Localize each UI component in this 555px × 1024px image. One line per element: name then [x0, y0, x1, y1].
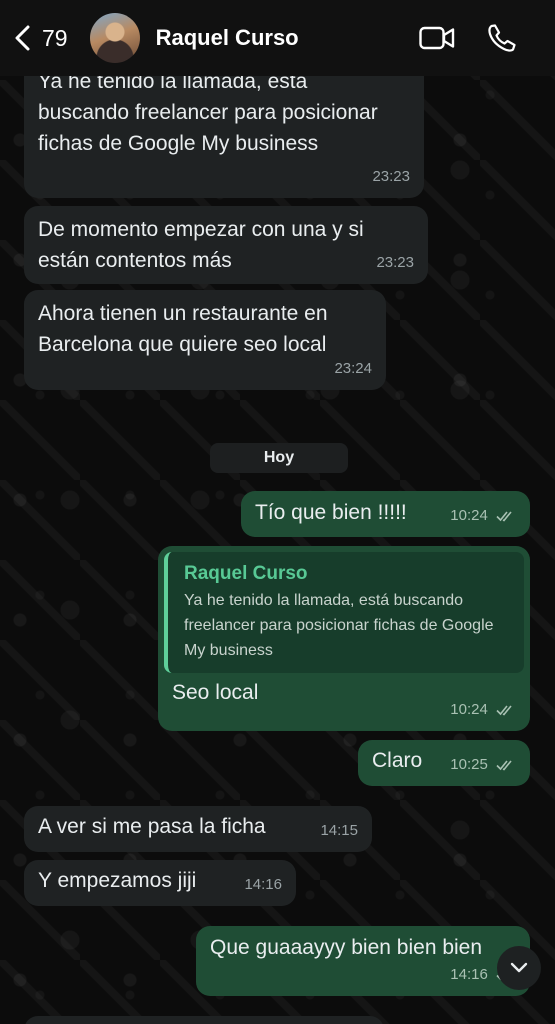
quoted-author: Raquel Curso [184, 563, 308, 584]
message-bubble-partial [24, 1016, 384, 1024]
message-bubble-incoming[interactable]: Ya he tenido la llamada, está buscando f… [24, 56, 424, 198]
message-list[interactable]: Ya he tenido la llamada, está buscando f… [0, 0, 555, 1024]
message-text: De momento empezar con una y si están co… [38, 218, 364, 272]
contact-name[interactable]: Raquel Curso [156, 25, 299, 51]
message-bubble-incoming[interactable]: A ver si me pasa la ficha 14:15 [24, 806, 372, 852]
message-bubble-outgoing[interactable]: Que guaaayyy bien bien bien 14:16 [196, 926, 530, 996]
message-time: 14:16 [450, 966, 488, 983]
message-bubble-incoming[interactable]: De momento empezar con una y si están co… [24, 206, 428, 284]
chevron-left-icon [15, 25, 30, 51]
message-time: 14:16 [244, 876, 282, 893]
message-text: Ahora tienen un restaurante en Barcelona… [38, 302, 328, 356]
message-text: Tío que bien !!!!! [255, 501, 407, 524]
chat-header: 79 Raquel Curso [0, 0, 555, 76]
message-time: 10:24 [450, 701, 488, 718]
message-bubble-outgoing[interactable]: Claro 10:25 [358, 740, 530, 786]
message-meta: 10:25 [450, 749, 516, 780]
message-text: Ya he tenido la llamada, está buscando f… [38, 70, 378, 155]
double-check-icon [496, 705, 512, 716]
back-button[interactable]: 79 [12, 25, 68, 52]
message-text: A ver si me pasa la ficha [38, 815, 266, 838]
message-time: 23:23 [372, 168, 410, 185]
message-text: Y empezamos jiji [38, 869, 197, 892]
scroll-to-bottom-button[interactable] [497, 946, 541, 990]
message-meta: 10:24 [450, 500, 516, 531]
double-check-icon [496, 760, 512, 771]
message-time: 23:23 [376, 254, 414, 271]
unread-count: 79 [42, 24, 68, 51]
video-camera-icon[interactable] [419, 26, 455, 50]
double-check-icon [496, 511, 512, 522]
message-bubble-outgoing[interactable]: Raquel Curso Ya he tenido la llamada, es… [158, 546, 530, 731]
message-time: 10:25 [450, 756, 488, 773]
message-bubble-outgoing[interactable]: Tío que bien !!!!! 10:24 [241, 491, 530, 537]
quoted-message[interactable]: Raquel Curso Ya he tenido la llamada, es… [164, 552, 524, 673]
avatar[interactable] [89, 13, 140, 63]
message-bubble-incoming[interactable]: Y empezamos jiji 14:16 [24, 860, 296, 906]
message-time: 10:24 [450, 507, 488, 524]
day-divider: Hoy [210, 443, 348, 473]
message-time: 14:15 [320, 822, 358, 839]
message-meta: 10:24 [450, 694, 516, 725]
message-time: 23:24 [334, 360, 372, 377]
quoted-text: Ya he tenido la llamada, está buscando f… [184, 592, 494, 659]
message-text: Claro [372, 749, 423, 772]
chevron-down-icon [510, 962, 528, 973]
message-bubble-incoming[interactable]: Ahora tienen un restaurante en Barcelona… [24, 290, 386, 390]
phone-icon[interactable] [487, 23, 517, 53]
